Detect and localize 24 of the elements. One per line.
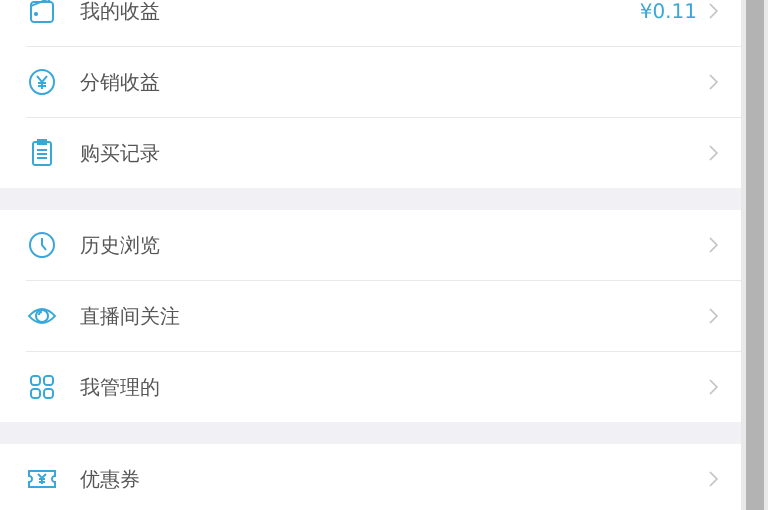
item-label: 优惠券: [80, 466, 141, 492]
chevron-icon: [707, 2, 719, 20]
menu-item[interactable]: 历史浏览: [26, 210, 741, 281]
item-label: 我管理的: [80, 374, 161, 400]
chevron-icon: [707, 73, 719, 91]
menu-item[interactable]: 我管理的: [26, 352, 741, 422]
item-label: 直播间关注: [80, 302, 181, 330]
menu-item[interactable]: 分销收益: [26, 47, 741, 118]
menu-item[interactable]: 购买记录: [26, 118, 741, 188]
chevron-icon: [707, 378, 719, 396]
menu-item[interactable]: 直播间关注: [26, 281, 741, 352]
chevron-icon: [707, 144, 719, 162]
item-label: 购买记录: [80, 140, 161, 166]
menu-item[interactable]: 我的收益 ¥0.11: [26, 0, 741, 47]
item-label: 分销收益: [80, 68, 161, 96]
chevron-icon: [707, 470, 719, 488]
clock-icon: [26, 229, 58, 261]
item-value: ¥0.11: [640, 0, 697, 23]
chevron-icon: [707, 307, 719, 325]
scrollbar[interactable]: [741, 0, 768, 510]
item-label: 我的收益: [80, 0, 161, 24]
yen-circle-icon: [26, 66, 58, 98]
item-label: 历史浏览: [80, 232, 161, 258]
chevron-icon: [707, 236, 719, 254]
